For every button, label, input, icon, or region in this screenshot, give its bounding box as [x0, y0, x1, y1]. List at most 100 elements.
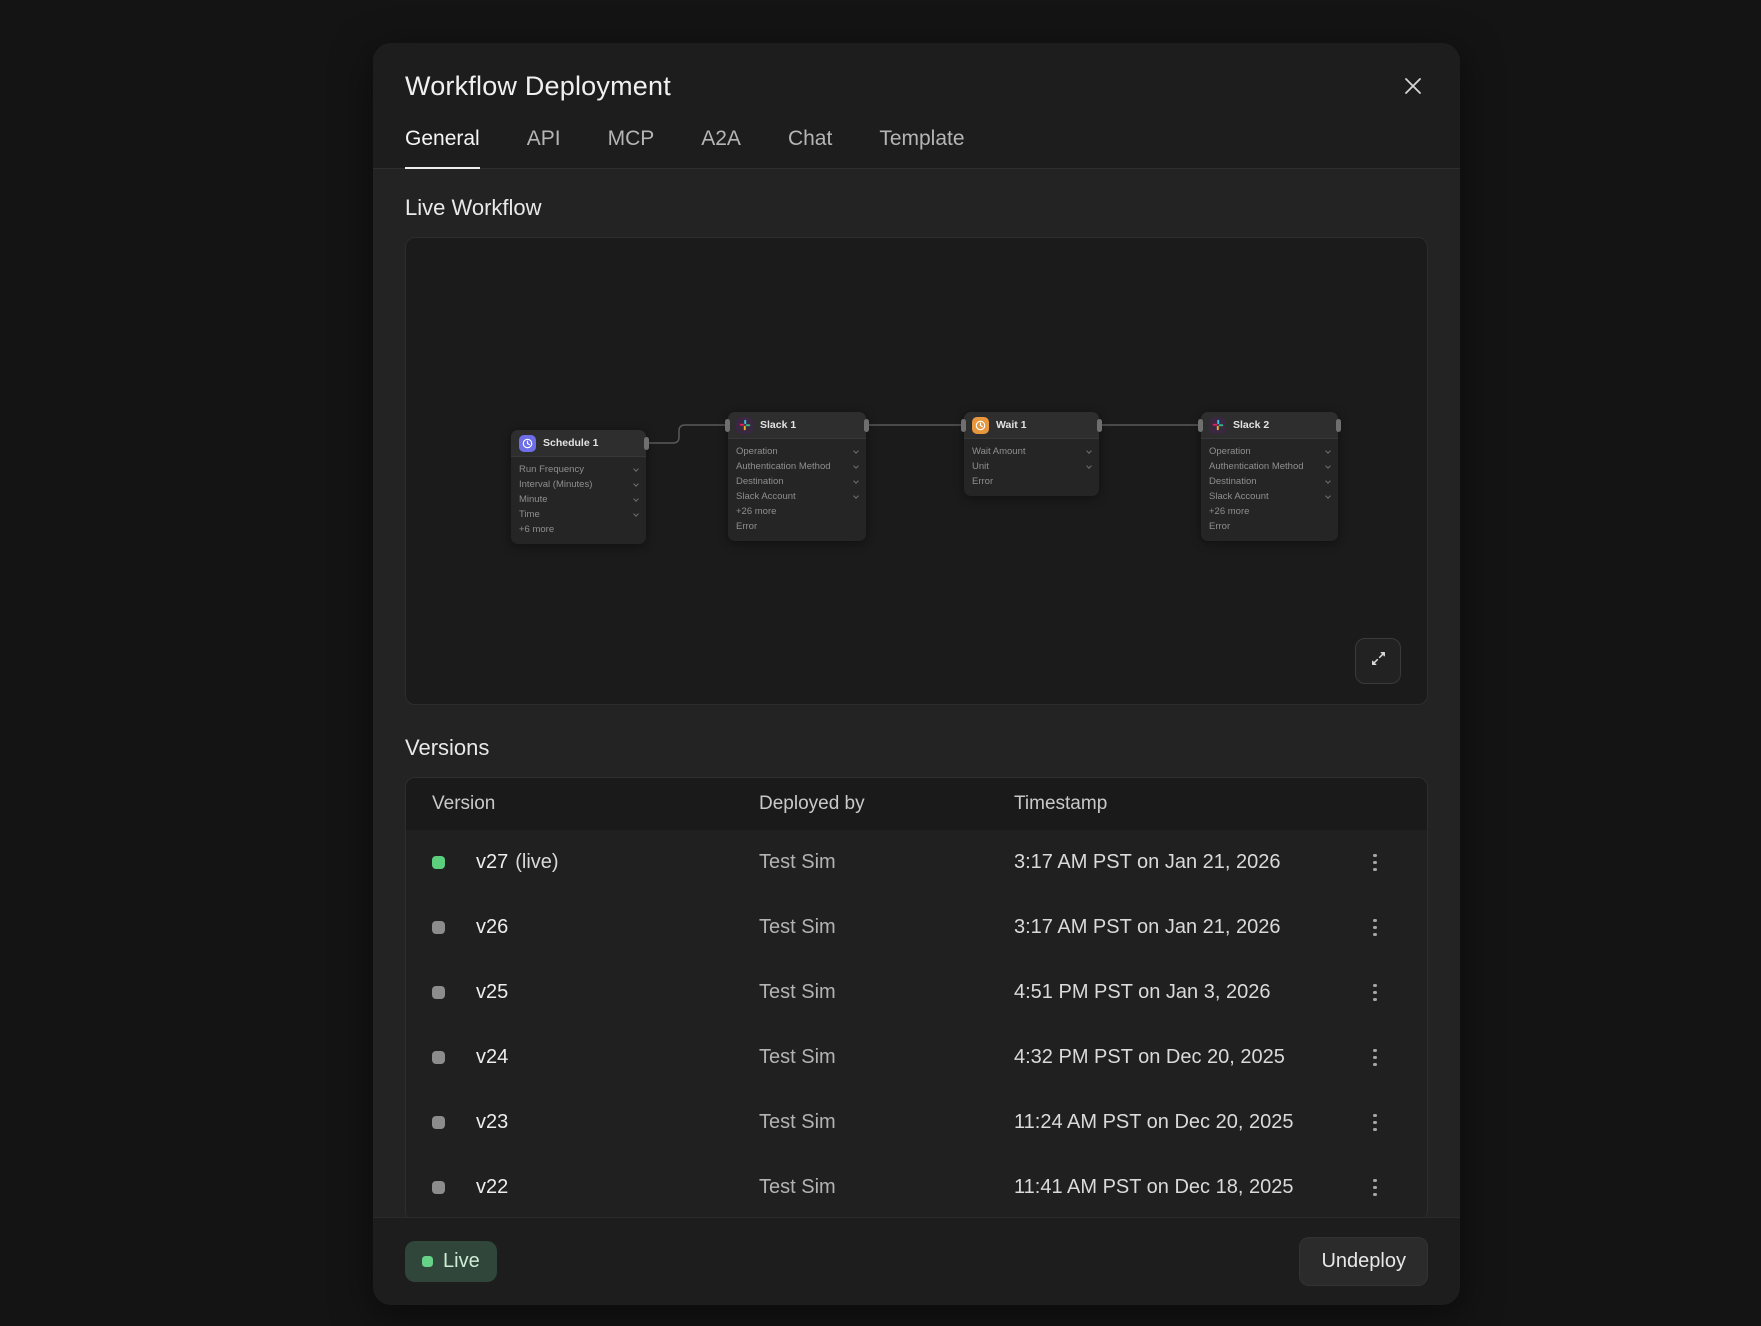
timestamp: 11:24 AM PST on Dec 20, 2025	[1014, 1111, 1347, 1134]
slack-icon	[736, 417, 753, 434]
version-label: v24	[476, 1046, 508, 1068]
versions-table: Version Deployed by Timestamp v27 (live) …	[405, 777, 1428, 1217]
kebab-menu-icon[interactable]	[1365, 846, 1385, 880]
status-dot	[432, 921, 445, 934]
live-suffix: (live)	[515, 851, 558, 873]
close-button[interactable]	[1398, 73, 1428, 103]
versions-table-body: v27 (live) Test Sim 3:17 AM PST on Jan 21…	[406, 830, 1427, 1217]
chevron-down-icon	[633, 496, 639, 502]
modal-header: Workflow Deployment General API MCP A2A …	[373, 43, 1460, 169]
versions-table-header: Version Deployed by Timestamp	[406, 778, 1427, 830]
tab-chat[interactable]: Chat	[788, 127, 832, 168]
kebab-menu-icon[interactable]	[1365, 976, 1385, 1010]
version-row-v27: v27(live) Test Sim 3:17 AM PST on Jan 21…	[406, 830, 1427, 895]
chevron-down-icon	[1325, 463, 1331, 469]
status-dot	[432, 1051, 445, 1064]
live-status-badge: Live	[405, 1241, 497, 1282]
tab-a2a[interactable]: A2A	[701, 127, 741, 168]
version-label: v26	[476, 916, 508, 938]
node-field-label: Destination	[736, 476, 784, 487]
node-field-label: Operation	[1209, 446, 1251, 457]
timestamp: 3:17 AM PST on Jan 21, 2026	[1014, 916, 1347, 939]
node-field-label: Interval (Minutes)	[519, 479, 592, 490]
node-error-label: Error	[1209, 521, 1230, 532]
modal-footer: Live Undeploy	[373, 1217, 1460, 1305]
slack-icon	[1209, 417, 1226, 434]
timestamp: 4:32 PM PST on Dec 20, 2025	[1014, 1046, 1347, 1069]
timestamp: 11:41 AM PST on Dec 18, 2025	[1014, 1176, 1347, 1199]
timestamp: 4:51 PM PST on Jan 3, 2026	[1014, 981, 1347, 1004]
chevron-down-icon	[633, 481, 639, 487]
live-badge-label: Live	[443, 1250, 480, 1273]
chevron-down-icon	[853, 478, 859, 484]
node-slack-2[interactable]: Slack 2 Operation Authentication Method …	[1201, 412, 1338, 541]
status-dot	[432, 986, 445, 999]
live-workflow-heading: Live Workflow	[405, 195, 1428, 221]
version-label: v23	[476, 1111, 508, 1133]
chevron-down-icon	[1086, 448, 1092, 454]
tab-mcp[interactable]: MCP	[608, 127, 655, 168]
status-dot	[432, 1116, 445, 1129]
chevron-down-icon	[1086, 463, 1092, 469]
chevron-down-icon	[633, 466, 639, 472]
node-field-label: Authentication Method	[1209, 461, 1304, 472]
version-label: v25	[476, 981, 508, 1003]
deployed-by: Test Sim	[759, 981, 1014, 1004]
kebab-menu-icon[interactable]	[1365, 1041, 1385, 1075]
output-port	[864, 419, 869, 432]
workflow-deployment-modal: Workflow Deployment General API MCP A2A …	[373, 43, 1460, 1305]
input-port	[961, 419, 966, 432]
node-field-label: Minute	[519, 494, 548, 505]
tab-general[interactable]: General	[405, 127, 480, 169]
version-row-v25: v25 Test Sim 4:51 PM PST on Jan 3, 2026	[406, 960, 1427, 1025]
node-more-label: +6 more	[519, 524, 554, 535]
node-error-label: Error	[736, 521, 757, 532]
output-port	[1097, 419, 1102, 432]
node-field-label: Operation	[736, 446, 778, 457]
version-label: v27	[476, 851, 508, 873]
node-field-label: Slack Account	[736, 491, 796, 502]
tab-bar: General API MCP A2A Chat Template	[373, 127, 1460, 169]
timestamp: 3:17 AM PST on Jan 21, 2026	[1014, 851, 1347, 874]
clock-icon	[519, 435, 536, 452]
version-row-v23: v23 Test Sim 11:24 AM PST on Dec 20, 202…	[406, 1090, 1427, 1155]
deployed-by: Test Sim	[759, 1176, 1014, 1199]
chevron-down-icon	[1325, 478, 1331, 484]
versions-heading: Versions	[405, 735, 1428, 761]
expand-preview-button[interactable]	[1355, 638, 1401, 684]
kebab-menu-icon[interactable]	[1365, 1171, 1385, 1205]
chevron-down-icon	[853, 463, 859, 469]
node-field-label: Run Frequency	[519, 464, 584, 475]
version-row-v22: v22 Test Sim 11:41 AM PST on Dec 18, 202…	[406, 1155, 1427, 1217]
undeploy-button[interactable]: Undeploy	[1299, 1237, 1428, 1286]
version-row-v26: v26 Test Sim 3:17 AM PST on Jan 21, 2026	[406, 895, 1427, 960]
node-field-label: Time	[519, 509, 540, 520]
modal-content: Live Workflow Schedule 1 Run Frequency I…	[373, 169, 1460, 1217]
live-status-dot	[432, 856, 445, 869]
kebab-menu-icon[interactable]	[1365, 1106, 1385, 1140]
column-header-timestamp: Timestamp	[1014, 793, 1347, 815]
node-more-label: +26 more	[736, 506, 776, 517]
chevron-down-icon	[633, 511, 639, 517]
node-title: Wait 1	[996, 419, 1027, 431]
workflow-preview-canvas[interactable]: Schedule 1 Run Frequency Interval (Minut…	[405, 237, 1428, 705]
input-port	[725, 419, 730, 432]
output-port	[644, 437, 649, 450]
node-title: Slack 2	[1233, 419, 1269, 431]
node-error-label: Error	[972, 476, 993, 487]
close-icon	[1401, 74, 1425, 103]
node-slack-1[interactable]: Slack 1 Operation Authentication Method …	[728, 412, 866, 541]
tab-api[interactable]: API	[527, 127, 561, 168]
deployed-by: Test Sim	[759, 1046, 1014, 1069]
node-more-label: +26 more	[1209, 506, 1249, 517]
column-header-version: Version	[432, 793, 759, 815]
node-title: Schedule 1	[543, 437, 598, 449]
live-dot-icon	[422, 1256, 433, 1267]
tab-template[interactable]: Template	[879, 127, 964, 168]
node-wait-1[interactable]: Wait 1 Wait Amount Unit Error	[964, 412, 1099, 496]
chevron-down-icon	[1325, 448, 1331, 454]
node-schedule-1[interactable]: Schedule 1 Run Frequency Interval (Minut…	[511, 430, 646, 544]
node-field-label: Wait Amount	[972, 446, 1026, 457]
node-field-label: Authentication Method	[736, 461, 831, 472]
kebab-menu-icon[interactable]	[1365, 911, 1385, 945]
